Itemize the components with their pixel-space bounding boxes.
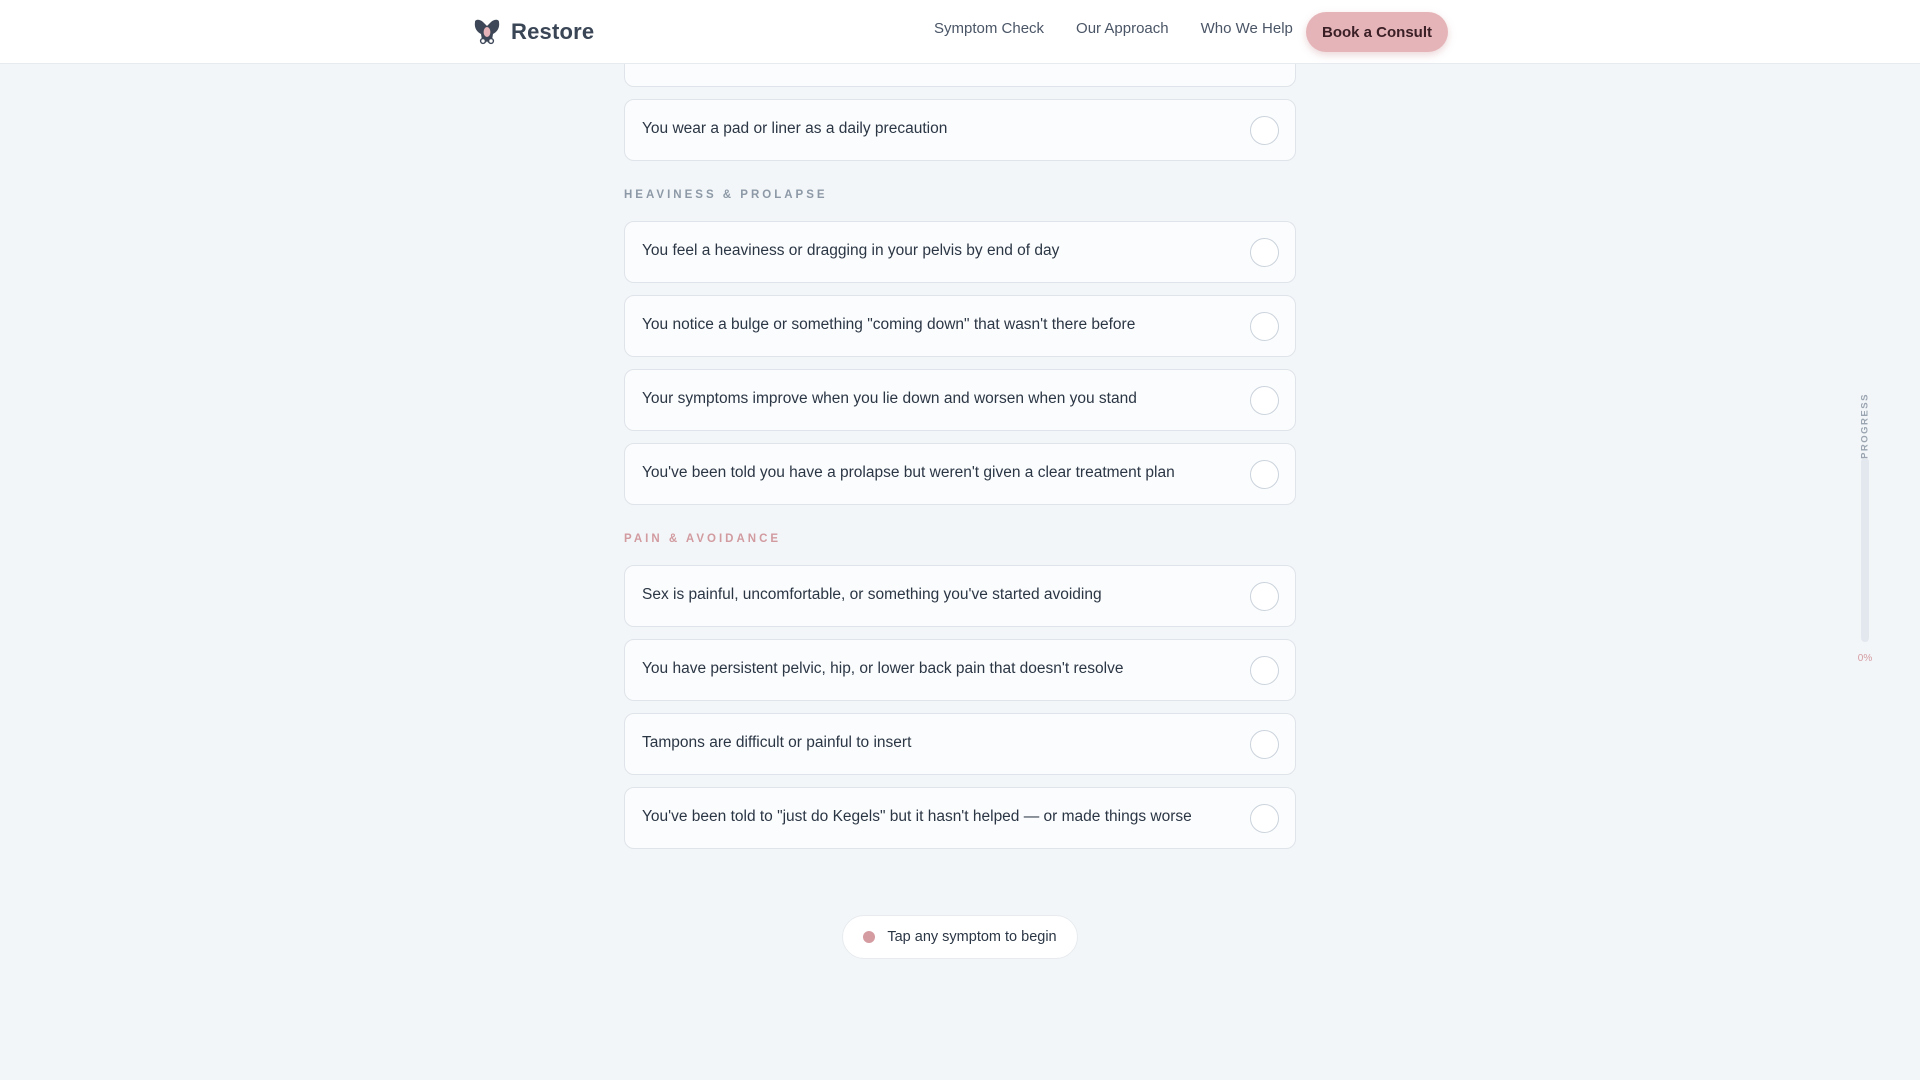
nav-link-who-we-help[interactable]: Who We Help <box>1201 20 1293 37</box>
unchecked-radio-icon[interactable] <box>1250 804 1279 833</box>
unchecked-radio-icon[interactable] <box>1250 312 1279 341</box>
pelvis-logo-icon <box>474 19 500 45</box>
symptom-label: Tampons are difficult or painful to inse… <box>642 734 912 751</box>
symptom-option[interactable]: You wear a pad or liner as a daily preca… <box>624 99 1296 161</box>
symptom-option[interactable]: You've been told to "just do Kegels" but… <box>624 787 1296 849</box>
nav-link-symptom-check[interactable]: Symptom Check <box>934 20 1044 37</box>
symptom-option[interactable]: You notice a bulge or something "coming … <box>624 295 1296 357</box>
symptom-option[interactable]: You have persistent pelvic, hip, or lowe… <box>624 639 1296 701</box>
symptom-label: Your symptoms improve when you lie down … <box>642 390 1137 407</box>
brand[interactable]: Restore <box>472 16 594 48</box>
unchecked-radio-icon[interactable] <box>1250 238 1279 267</box>
status-pill: Tap any symptom to begin <box>842 915 1078 959</box>
brand-name: Restore <box>511 19 595 44</box>
top-nav-bar: Restore Symptom Check Our Approach Who W… <box>0 0 1920 64</box>
progress-label: PROGRESS <box>1859 393 1871 459</box>
symptom-label: You've been told to "just do Kegels" but… <box>642 808 1192 825</box>
unchecked-radio-icon[interactable] <box>1250 656 1279 685</box>
symptom-label: Sex is painful, uncomfortable, or someth… <box>642 586 1102 603</box>
symptom-option[interactable]: Sex is painful, uncomfortable, or someth… <box>624 565 1296 627</box>
symptom-label: You notice a bulge or something "coming … <box>642 316 1136 333</box>
unchecked-radio-icon[interactable] <box>1250 116 1279 145</box>
page: Restore Symptom Check Our Approach Who W… <box>0 0 1920 1080</box>
unchecked-radio-icon[interactable] <box>1250 386 1279 415</box>
section-heading-heaviness-prolapse: HEAVINESS & PROLAPSE <box>624 189 828 201</box>
symptom-option[interactable]: You've been told you have a prolapse but… <box>624 443 1296 505</box>
status-dot-icon <box>863 931 876 943</box>
symptom-checklist: You wear a pad or liner as a daily preca… <box>624 23 1296 861</box>
status-text: Tap any symptom to begin <box>887 929 1057 945</box>
symptom-label: You feel a heaviness or dragging in your… <box>642 242 1060 259</box>
unchecked-radio-icon[interactable] <box>1250 582 1279 611</box>
book-consult-button[interactable]: Book a Consult <box>1306 12 1448 52</box>
symptom-option[interactable]: Your symptoms improve when you lie down … <box>624 369 1296 431</box>
progress-rail: PROGRESS 0% <box>1854 380 1876 670</box>
symptom-label: You have persistent pelvic, hip, or lowe… <box>642 660 1124 677</box>
nav-link-our-approach[interactable]: Our Approach <box>1076 20 1169 37</box>
progress-track <box>1861 458 1869 642</box>
main-nav: Symptom Check Our Approach Who We Help <box>934 20 1293 37</box>
symptom-option[interactable]: Tampons are difficult or painful to inse… <box>624 713 1296 775</box>
section-heading-pain-avoidance: PAIN & AVOIDANCE <box>624 533 782 545</box>
symptom-label: You wear a pad or liner as a daily preca… <box>642 120 948 137</box>
symptom-label: You've been told you have a prolapse but… <box>642 464 1175 481</box>
unchecked-radio-icon[interactable] <box>1250 730 1279 759</box>
unchecked-radio-icon[interactable] <box>1250 460 1279 489</box>
symptom-option[interactable]: You feel a heaviness or dragging in your… <box>624 221 1296 283</box>
progress-percent: 0% <box>1857 653 1873 664</box>
